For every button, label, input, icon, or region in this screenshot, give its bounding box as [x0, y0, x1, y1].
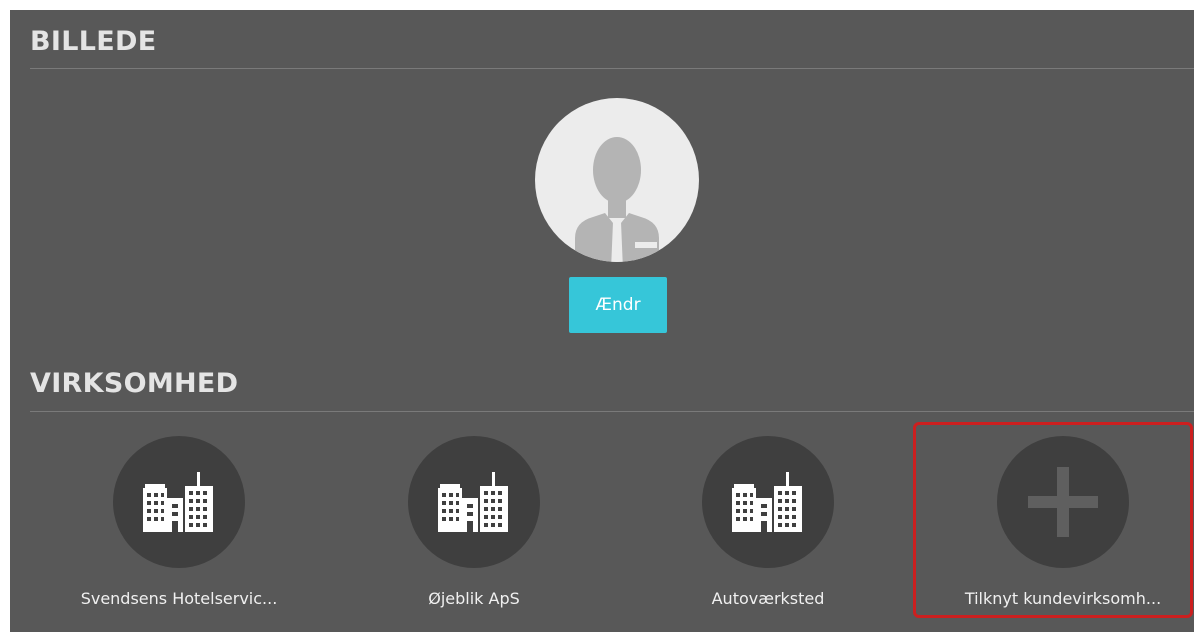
company-label: Øjeblik ApS — [428, 589, 520, 608]
buildings-icon — [143, 472, 213, 532]
plus-icon — [1028, 467, 1098, 537]
company-avatar — [113, 436, 245, 568]
company-item-svendsens[interactable]: Svendsens Hotelservic... — [59, 436, 299, 616]
buildings-icon — [732, 472, 802, 532]
add-customer-company-button[interactable]: Tilknyt kundevirksomh... — [943, 436, 1183, 616]
company-avatar — [702, 436, 834, 568]
add-company-avatar — [997, 436, 1129, 568]
profile-avatar — [535, 98, 699, 262]
company-avatar — [408, 436, 540, 568]
company-label: Autoværksted — [711, 589, 825, 608]
buildings-icon — [438, 472, 508, 532]
person-silhouette-icon — [575, 137, 659, 262]
picture-section-divider — [30, 68, 1194, 69]
picture-section-title: BILLEDE — [30, 26, 157, 57]
company-label: Svendsens Hotelservic... — [80, 589, 278, 608]
company-section-title: VIRKSOMHED — [30, 368, 239, 399]
profile-panel: BILLEDE Ændr VIRKSOMHED Svendsens Hotels… — [10, 10, 1194, 632]
company-item-autovaerksted[interactable]: Autoværksted — [648, 436, 888, 616]
company-item-ojeblik[interactable]: Øjeblik ApS — [354, 436, 594, 616]
company-section-divider — [30, 411, 1194, 412]
change-picture-button[interactable]: Ændr — [569, 277, 667, 333]
add-company-label: Tilknyt kundevirksomh... — [964, 589, 1162, 608]
